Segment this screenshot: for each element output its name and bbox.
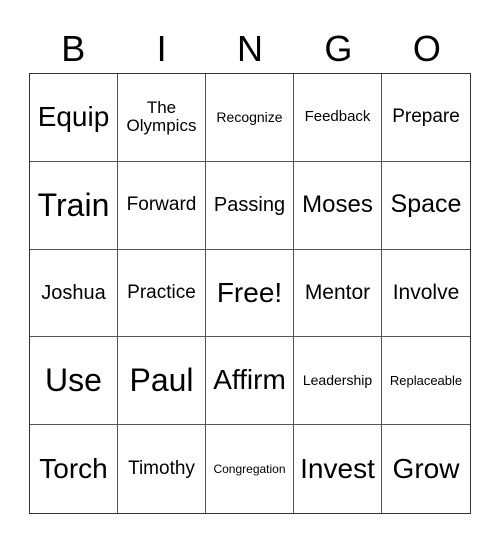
bingo-cell[interactable]: Use	[30, 337, 118, 426]
bingo-cell[interactable]: Forward	[118, 161, 206, 250]
bingo-cell[interactable]: Torch	[30, 425, 118, 513]
header-letter-g: G	[324, 28, 353, 69]
bingo-cell[interactable]: Feedback	[294, 74, 382, 162]
bingo-cell[interactable]: Recognize	[206, 74, 294, 162]
bingo-cell[interactable]: Equip	[30, 74, 118, 162]
bingo-cell[interactable]: Space	[382, 162, 470, 250]
header-letter-b: B	[61, 28, 86, 69]
bingo-header: B I N G O	[29, 24, 471, 74]
bingo-cell-free[interactable]: Free!	[206, 249, 294, 338]
bingo-cell[interactable]: Mentor	[294, 249, 382, 338]
bingo-cell[interactable]: The Olympics	[118, 74, 206, 162]
bingo-cell[interactable]: Passing	[206, 161, 294, 250]
bingo-cell[interactable]: Grow	[382, 425, 470, 513]
bingo-cell[interactable]: Replaceable	[382, 337, 470, 426]
header-letter-o: O	[412, 28, 441, 69]
bingo-cell[interactable]: Affirm	[206, 337, 294, 426]
header-letter-n: N	[237, 28, 264, 69]
header-letter-i: I	[156, 28, 167, 69]
bingo-cell[interactable]: Invest	[294, 425, 382, 513]
bingo-cell[interactable]: Practice	[118, 249, 206, 338]
bingo-cell[interactable]: Involve	[382, 250, 470, 338]
bingo-cell[interactable]: Timothy	[118, 425, 206, 513]
bingo-cell[interactable]: Congregation	[206, 425, 294, 513]
bingo-cell[interactable]: Moses	[294, 161, 382, 250]
bingo-grid: Equip The Olympics Recognize Feedback Pr…	[29, 73, 471, 514]
bingo-cell[interactable]: Prepare	[382, 74, 470, 162]
bingo-cell[interactable]: Leadership	[294, 337, 382, 426]
bingo-cell[interactable]: Train	[30, 161, 118, 250]
bingo-cell[interactable]: Joshua	[30, 249, 118, 338]
bingo-cell[interactable]: Paul	[118, 337, 206, 426]
